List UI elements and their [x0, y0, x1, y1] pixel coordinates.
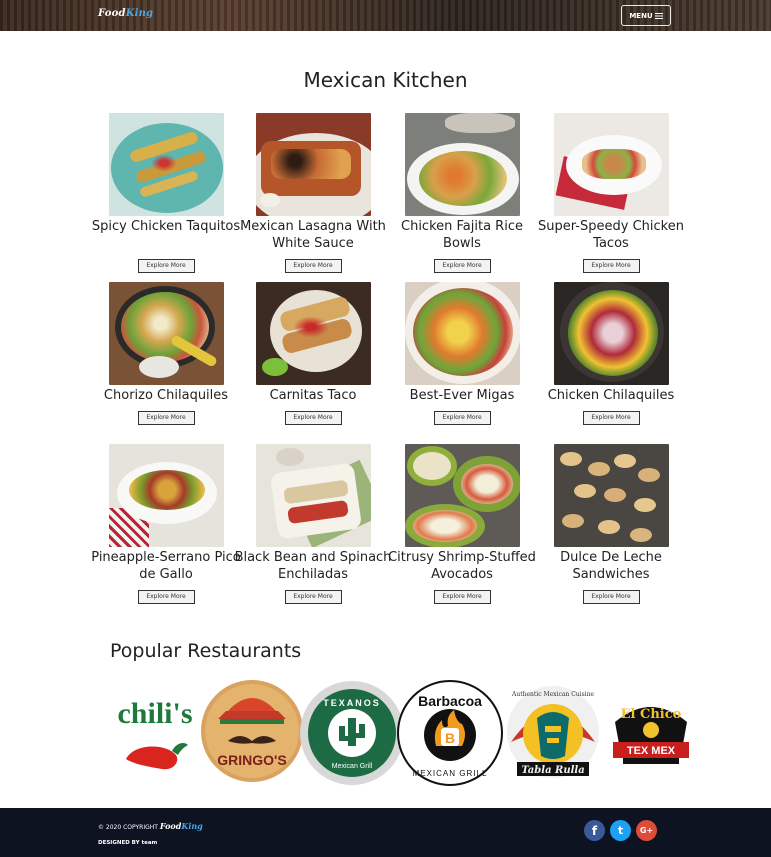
elchico-top-text: El Chico	[621, 707, 682, 722]
texanos-bottom-text: Mexican Grill	[332, 763, 373, 770]
explore-more-button[interactable]: Explore More	[137, 411, 195, 425]
designed-by-text: DESIGNED BY team	[98, 840, 158, 846]
explore-more-button[interactable]: Explore More	[582, 590, 640, 604]
chilis-wordmark: chili's	[117, 697, 192, 730]
recipe-name: Dulce De Leche Sandwiches	[560, 550, 662, 582]
recipe-name: Chicken Chilaquiles	[547, 388, 675, 403]
explore-more-button[interactable]: Explore More	[284, 590, 342, 604]
recipe-name: Carnitas Taco	[269, 388, 357, 403]
barbacoa-top-text: Barbacoa	[418, 693, 482, 709]
recipe-card: Super-Speedy Chicken Tacos Explore More	[531, 113, 691, 273]
barbacoa-bottom-text: MEXICAN GRILL	[413, 769, 488, 778]
twitter-glyph: t	[617, 824, 624, 837]
google-plus-icon[interactable]: G+	[636, 820, 657, 841]
explore-more-button[interactable]: Explore More	[433, 411, 491, 425]
menu-label: MENU	[629, 11, 653, 20]
menu-button[interactable]: MENU	[621, 5, 671, 26]
page-title: Mexican Kitchen	[303, 68, 468, 92]
restaurant-logo-tabla[interactable]: Authentic Mexican Cuisine Tabla Rulla	[503, 682, 603, 782]
restaurant-logo-chilis[interactable]: chili's	[114, 681, 196, 781]
recipe-image[interactable]	[553, 113, 669, 216]
recipe-image[interactable]	[108, 113, 224, 216]
gringos-wordmark: GRINGO'S	[217, 752, 286, 768]
recipe-image[interactable]	[553, 444, 669, 547]
recipe-image[interactable]	[108, 444, 224, 547]
tabla-top-text: Authentic Mexican Cuisine	[511, 691, 594, 698]
recipe-name: Chorizo Chilaquiles	[103, 388, 229, 403]
footer-brand-part-1: Food	[159, 821, 182, 831]
recipe-image[interactable]	[255, 282, 371, 385]
recipe-name: Citrusy Shrimp-Stuffed Avocados	[388, 550, 536, 582]
recipe-card: Best-Ever Migas Explore More	[382, 282, 542, 425]
logo-part-2: King	[125, 8, 154, 19]
recipe-name: Chicken Fajita Rice Bowls	[401, 219, 523, 251]
explore-more-button[interactable]: Explore More	[137, 590, 195, 604]
explore-more-button[interactable]: Explore More	[284, 259, 342, 273]
popular-restaurants-title: Popular Restaurants	[110, 640, 302, 662]
recipe-name: Spicy Chicken Taquitos	[91, 219, 241, 234]
facebook-glyph: f	[591, 823, 598, 838]
elchico-bottom-text: TEX MEX	[627, 745, 676, 757]
texanos-top-text: TEXANOS	[323, 698, 381, 708]
site-logo[interactable]: FoodKing	[98, 8, 153, 19]
google-plus-glyph: G+	[639, 826, 654, 835]
recipe-card: Mexican Lasagna With White Sauce Explore…	[233, 113, 393, 273]
recipe-card: Chicken Fajita Rice Bowls Explore More	[382, 113, 542, 273]
recipe-name: Mexican Lasagna With White Sauce	[240, 219, 386, 251]
restaurant-logo-texanos[interactable]: TEXANOS Mexican Grill	[299, 680, 405, 786]
recipe-card: Black Bean and Spinach Enchiladas Explor…	[233, 444, 393, 604]
footer-brand-part-2: King	[181, 821, 203, 831]
recipe-card: Citrusy Shrimp-Stuffed Avocados Explore …	[382, 444, 542, 604]
recipe-card: Spicy Chicken Taquitos Explore More	[86, 113, 246, 273]
recipe-image[interactable]	[255, 444, 371, 547]
restaurant-logo-gringos[interactable]: GRINGO'S	[198, 679, 306, 783]
recipe-name: Pineapple-Serrano Pico de Gallo	[91, 550, 241, 582]
recipe-card: Chorizo Chilaquiles Explore More	[86, 282, 246, 425]
recipe-image[interactable]	[404, 444, 520, 547]
recipe-card: Dulce De Leche Sandwiches Explore More	[531, 444, 691, 604]
recipe-image[interactable]	[108, 282, 224, 385]
twitter-icon[interactable]: t	[610, 820, 631, 841]
restaurant-logo-elchico[interactable]: El Chico TEX MEX	[609, 692, 693, 776]
tabla-bottom-text: Tabla Rulla	[521, 765, 584, 776]
recipe-image[interactable]	[404, 282, 520, 385]
explore-more-button[interactable]: Explore More	[582, 411, 640, 425]
hamburger-icon	[654, 12, 663, 19]
explore-more-button[interactable]: Explore More	[433, 590, 491, 604]
logo-part-1: Food	[98, 8, 126, 19]
recipe-card: Chicken Chilaquiles Explore More	[531, 282, 691, 425]
recipe-card: Carnitas Taco Explore More	[233, 282, 393, 425]
explore-more-button[interactable]: Explore More	[137, 259, 195, 273]
copyright-text: © 2020 COPYRIGHT FoodKing	[98, 821, 203, 831]
recipe-image[interactable]	[255, 113, 371, 216]
explore-more-button[interactable]: Explore More	[284, 411, 342, 425]
barbacoa-letter: B	[445, 730, 455, 746]
copyright-label: © 2020 COPYRIGHT	[98, 824, 158, 831]
recipe-name: Black Bean and Spinach Enchiladas	[234, 550, 392, 582]
recipe-card: Pineapple-Serrano Pico de Gallo Explore …	[86, 444, 246, 604]
facebook-icon[interactable]: f	[584, 820, 605, 841]
explore-more-button[interactable]: Explore More	[582, 259, 640, 273]
recipe-name: Best-Ever Migas	[409, 388, 515, 403]
explore-more-button[interactable]: Explore More	[433, 259, 491, 273]
recipe-image[interactable]	[553, 282, 669, 385]
restaurant-logo-barbacoa[interactable]: B Barbacoa MEXICAN GRILL	[396, 680, 504, 786]
recipe-name: Super-Speedy Chicken Tacos	[538, 219, 684, 251]
recipe-image[interactable]	[404, 113, 520, 216]
